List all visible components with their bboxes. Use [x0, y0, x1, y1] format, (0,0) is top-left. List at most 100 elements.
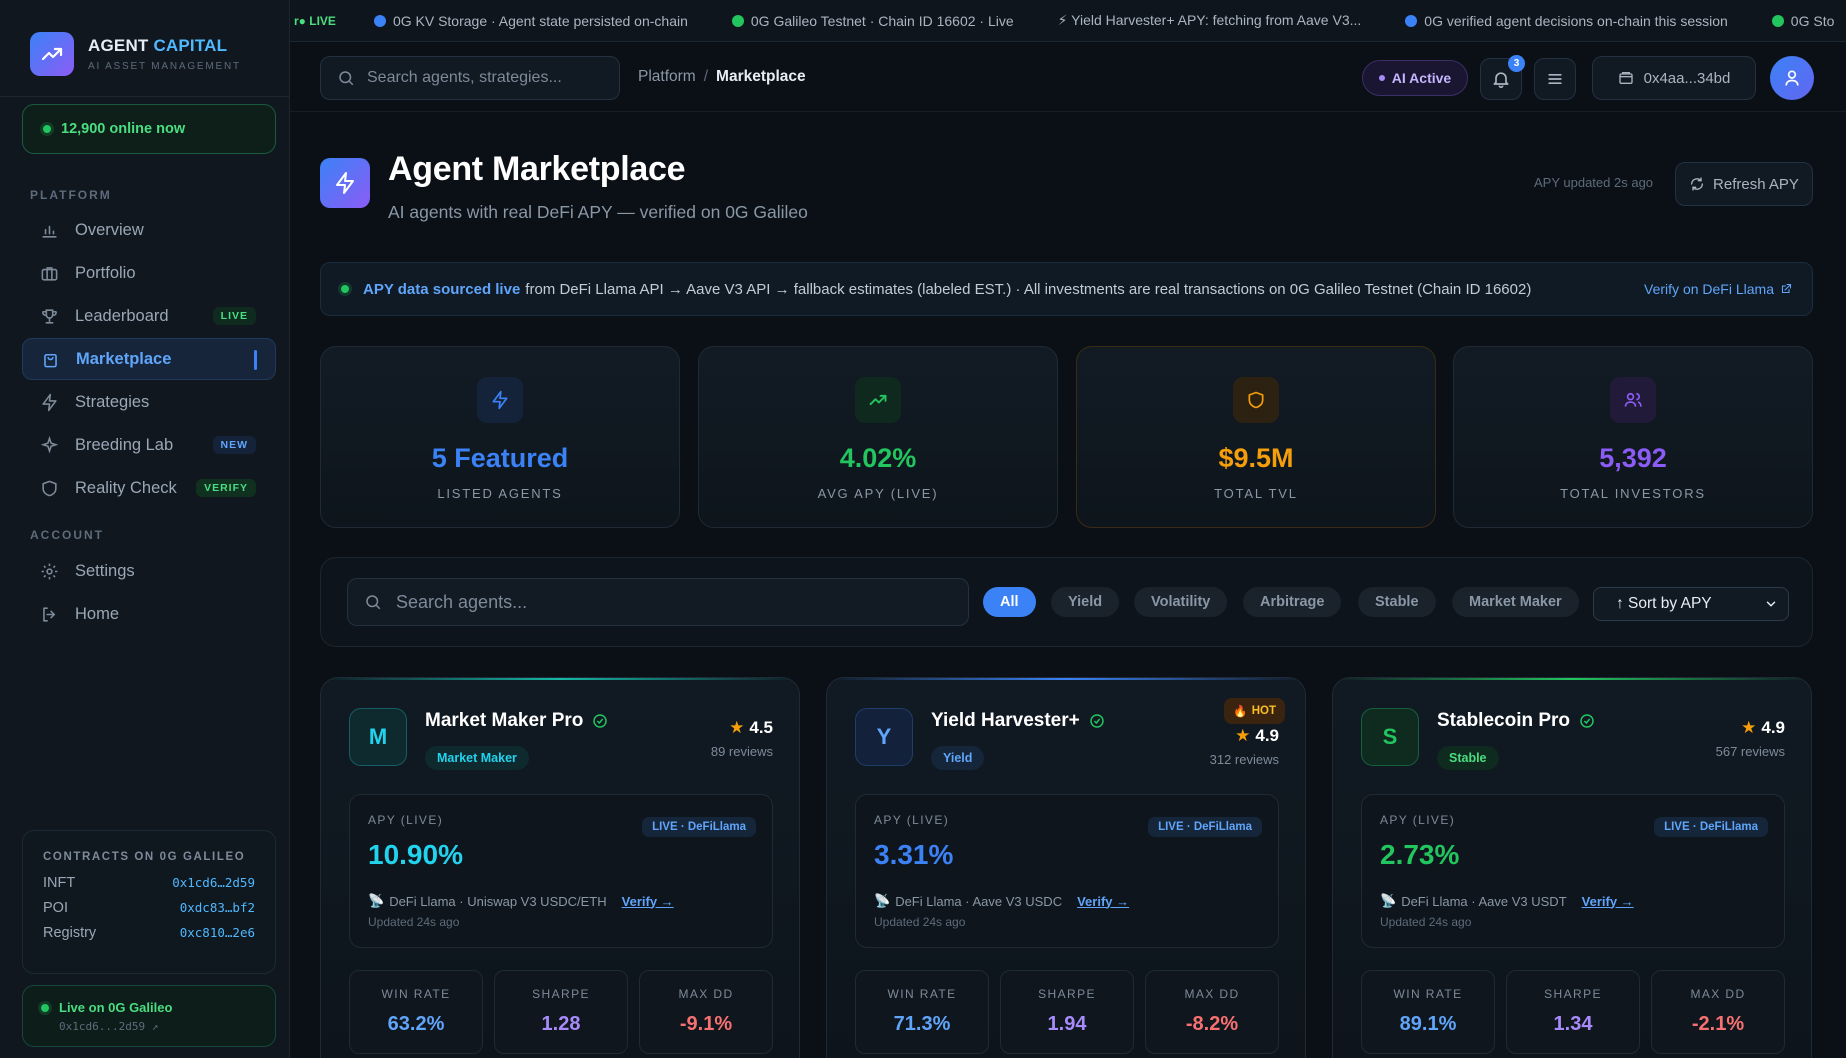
new-badge: NEW	[212, 436, 256, 454]
search-placeholder: Search agents, strategies...	[367, 69, 562, 86]
contract-row[interactable]: Registry 0xc810…2e6	[43, 925, 255, 941]
live-source-badge: LIVE · DeFiLlama	[1148, 817, 1262, 837]
sidebar-item-overview[interactable]: Overview	[22, 209, 276, 251]
filter-chip-arbitrage[interactable]: Arbitrage	[1243, 587, 1342, 617]
ai-status-badge[interactable]: AI Active	[1362, 60, 1468, 96]
agent-card-stablecoin-pro[interactable]: S Stablecoin Pro Stable ★ 4.9 567 reviews…	[1332, 677, 1812, 1058]
wallet-button[interactable]: 0x4aa...34bd	[1592, 56, 1756, 100]
breadcrumb-separator: /	[703, 68, 709, 85]
contract-address[interactable]: 0xdc83…bf2	[180, 900, 255, 916]
contract-address[interactable]: 0x1cd6…2d59	[172, 875, 255, 891]
agent-name: Market Maker Pro	[425, 710, 584, 731]
sort-label: ↑ Sort by APY	[1616, 595, 1712, 612]
agent-name-row[interactable]: Stablecoin Pro	[1437, 710, 1595, 732]
stat-value: $9.5M	[1218, 443, 1294, 473]
agent-search-input[interactable]: Search agents...	[347, 578, 969, 626]
sidebar-item-breeding-lab[interactable]: Breeding Lab NEW	[22, 424, 276, 466]
global-search-input[interactable]: Search agents, strategies...	[320, 56, 620, 100]
metric-value: 1.94	[1047, 1013, 1087, 1035]
verified-check-icon	[1580, 714, 1594, 728]
rating-value: 4.9	[1255, 726, 1279, 745]
sidebar-item-home[interactable]: Home	[22, 593, 276, 635]
stat-label: TOTAL INVESTORS	[1560, 486, 1706, 501]
review-count: 89 reviews	[710, 744, 773, 759]
breadcrumb-root[interactable]: Platform	[638, 68, 696, 85]
live-network-address[interactable]: 0x1cd6...2d59 ↗	[59, 1020, 275, 1033]
apy-updated-time: APY updated 2s ago	[1534, 175, 1654, 190]
contract-name: POI	[43, 900, 68, 916]
filter-chip-market-maker[interactable]: Market Maker	[1452, 587, 1579, 617]
agent-card-yield-harvester[interactable]: Y Yield Harvester+ Yield 🔥 HOT ★ 4.9 312 r…	[826, 677, 1306, 1058]
metric-label: MAX DD	[1184, 987, 1240, 1001]
menu-button[interactable]	[1534, 58, 1576, 100]
metric-win-rate: WIN RATE 89.1%	[1361, 970, 1495, 1054]
contracts-panel: CONTRACTS ON 0G GALILEO INFT 0x1cd6…2d59…	[22, 830, 276, 974]
star-icon: ★	[729, 718, 745, 737]
filter-bar: Search agents... All Yield Volatility Ar…	[320, 557, 1813, 647]
notifications-button[interactable]: 3	[1480, 55, 1525, 100]
card-accent-line	[321, 678, 799, 680]
live-network-box[interactable]: Live on 0G Galileo 0x1cd6...2d59 ↗	[22, 985, 276, 1047]
card-accent-line	[827, 678, 1305, 680]
sort-select[interactable]: ↑ Sort by APY	[1593, 587, 1789, 621]
agent-name-row[interactable]: Yield Harvester+	[931, 710, 1105, 732]
metric-max-dd: MAX DD -8.2%	[1145, 970, 1279, 1054]
notification-count: 3	[1508, 55, 1525, 72]
stat-value: 5,392	[1599, 443, 1667, 473]
status-dot-icon	[41, 1003, 49, 1012]
banner-text: from DeFi Llama API → Aave V3 API → fall…	[525, 280, 1532, 298]
verify-link[interactable]: Verify →	[1077, 894, 1129, 909]
filter-chip-stable[interactable]: Stable	[1358, 587, 1436, 617]
verify-link[interactable]: Verify →	[1582, 894, 1634, 909]
sidebar-item-portfolio[interactable]: Portfolio	[22, 252, 276, 294]
filter-chip-yield[interactable]: Yield	[1051, 587, 1120, 617]
contract-name: INFT	[43, 875, 76, 891]
metric-value: 1.28	[541, 1013, 581, 1035]
verify-link[interactable]: Verify →	[622, 894, 674, 909]
source-text: DeFi Llama · Aave V3 USDT	[1401, 893, 1567, 909]
metric-max-dd: MAX DD -2.1%	[1651, 970, 1785, 1054]
verified-check-icon	[593, 714, 608, 728]
brand[interactable]: AGENT CAPITAL AI ASSET MANAGEMENT	[30, 32, 241, 76]
apy-updated: Updated 24s ago	[1380, 915, 1472, 929]
refresh-apy-button[interactable]: Refresh APY	[1675, 162, 1813, 206]
hot-badge: 🔥 HOT	[1224, 698, 1285, 724]
stat-card-avg-apy: 4.02% AVG APY (LIVE)	[698, 346, 1058, 528]
agent-card-market-maker-pro[interactable]: M Market Maker Pro Market Maker ★ 4.5 89 …	[320, 677, 800, 1058]
apy-updated: Updated 24s ago	[368, 915, 460, 929]
contract-row[interactable]: POI 0xdc83…bf2	[43, 900, 255, 916]
apy-label: APY (LIVE)	[874, 813, 950, 827]
apy-source: 📡 DeFi Llama · Uniswap V3 USDC/ETH Verify …	[368, 893, 674, 909]
brand-title: AGENT CAPITAL	[88, 36, 228, 55]
metric-sharpe: SHARPE 1.28	[494, 970, 628, 1054]
sidebar-item-strategies[interactable]: Strategies	[22, 381, 276, 423]
user-avatar[interactable]	[1770, 56, 1814, 100]
verify-defillama-link[interactable]: Verify on DeFi Llama	[1644, 281, 1792, 297]
agent-name-row[interactable]: Market Maker Pro	[425, 710, 608, 732]
metric-max-dd: MAX DD -9.1%	[639, 970, 773, 1054]
source-text: DeFi Llama · Aave V3 USDC	[895, 893, 1063, 909]
sidebar-item-label: Home	[75, 604, 120, 623]
contract-address[interactable]: 0xc810…2e6	[180, 925, 255, 941]
star-icon: ★	[1741, 718, 1757, 737]
contract-row[interactable]: INFT 0x1cd6…2d59	[43, 875, 255, 891]
stat-card-listed-agents: 5 Featured LISTED AGENTS	[320, 346, 680, 528]
green-circle-icon	[731, 14, 744, 27]
filter-chip-volatility[interactable]: Volatility	[1134, 587, 1228, 617]
filter-chip-all[interactable]: All	[983, 587, 1036, 617]
ai-status-label: AI Active	[1391, 70, 1452, 86]
sidebar-item-marketplace[interactable]: Marketplace	[22, 338, 276, 380]
stat-label: TOTAL TVL	[1214, 486, 1298, 501]
refresh-icon	[1691, 177, 1704, 191]
sidebar-item-label: Portfolio	[75, 263, 136, 282]
metric-sharpe: SHARPE 1.34	[1506, 970, 1640, 1054]
apy-value: 3.31%	[874, 839, 954, 870]
status-dot-icon	[1378, 75, 1385, 81]
sidebar-item-reality-check[interactable]: Reality Check VERIFY	[22, 467, 276, 509]
ticker-item: 0G Sto	[1771, 13, 1834, 29]
sidebar-item-leaderboard[interactable]: Leaderboard LIVE	[22, 295, 276, 337]
breadcrumb-current: Marketplace	[716, 68, 806, 85]
sidebar-item-settings[interactable]: Settings	[22, 550, 276, 592]
contract-name: Registry	[43, 925, 97, 941]
metric-label: MAX DD	[1690, 987, 1746, 1001]
